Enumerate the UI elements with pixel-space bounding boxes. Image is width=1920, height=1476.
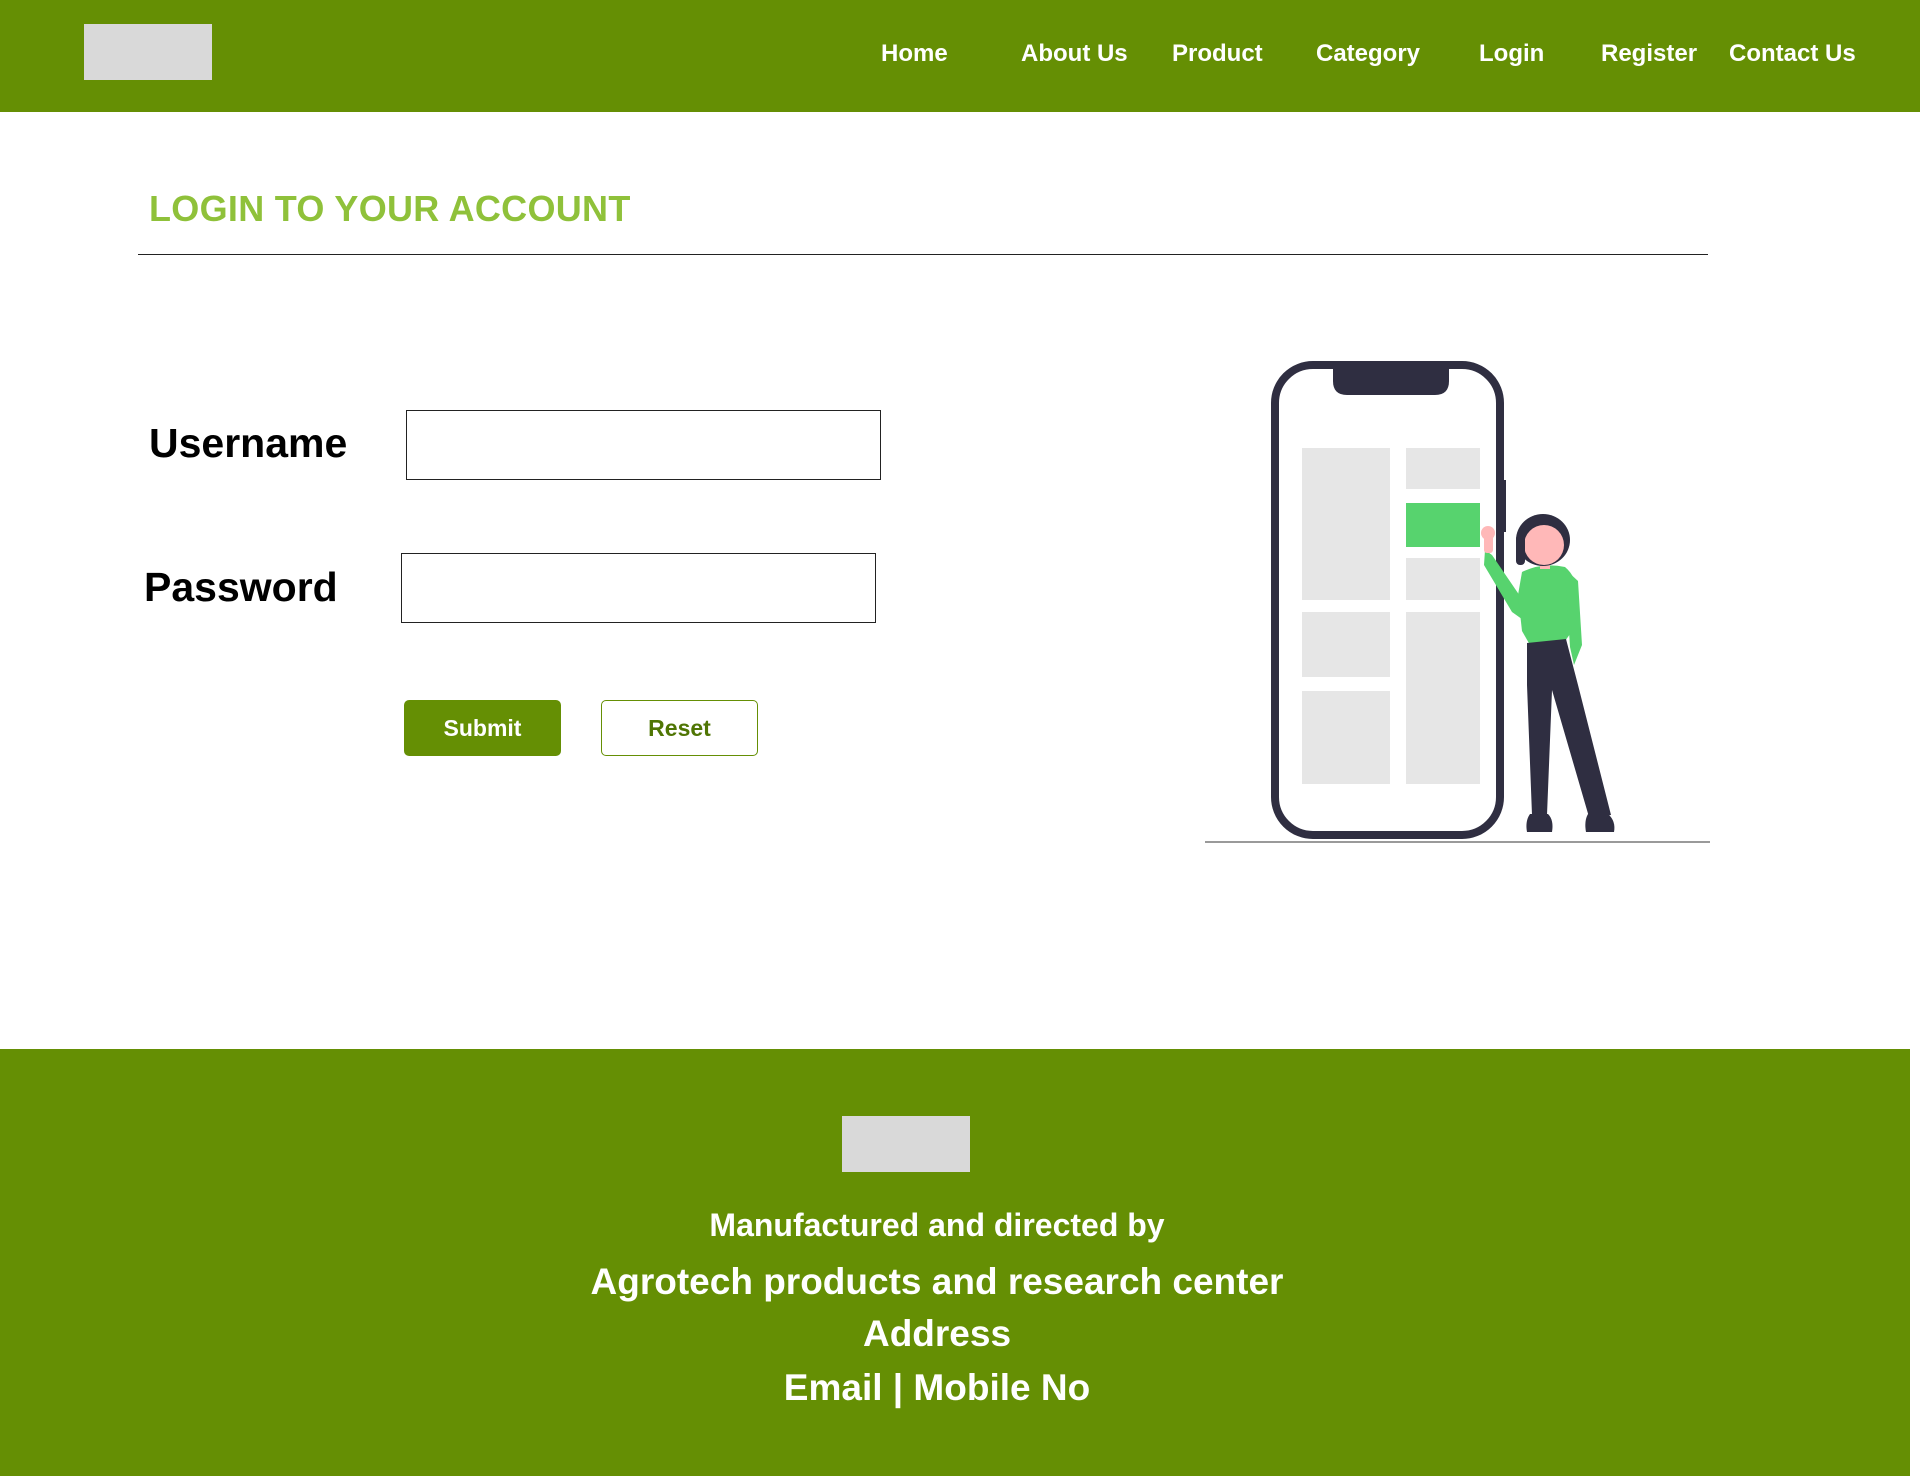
- username-label: Username: [149, 420, 348, 466]
- footer-logo-placeholder: [842, 1116, 970, 1172]
- page-title: LOGIN TO YOUR ACCOUNT: [149, 188, 631, 229]
- username-input[interactable]: [406, 410, 881, 480]
- screen-tile: [1302, 612, 1390, 677]
- footer-manufactured-by: Manufactured and directed by: [709, 1207, 1165, 1243]
- screen-tile: [1302, 691, 1390, 784]
- phone-user-illustration: [1205, 361, 1710, 843]
- nav-about-us[interactable]: About Us: [1021, 38, 1128, 70]
- phone-side-button: [1501, 480, 1506, 532]
- nav-product[interactable]: Product: [1172, 38, 1263, 70]
- title-divider: [138, 254, 1708, 255]
- nav-home[interactable]: Home: [881, 38, 948, 70]
- logo-placeholder[interactable]: [84, 24, 212, 80]
- screen-tile: [1406, 612, 1480, 784]
- reset-button[interactable]: Reset: [601, 700, 758, 756]
- nav-contact-us[interactable]: Contact Us: [1729, 38, 1856, 70]
- screen-tile-highlight: [1406, 503, 1480, 547]
- password-input[interactable]: [401, 553, 876, 623]
- footer-contact-info: Email | Mobile No: [783, 1367, 1091, 1408]
- nav-login[interactable]: Login: [1479, 38, 1544, 70]
- submit-button[interactable]: Submit: [404, 700, 561, 756]
- footer-address: Address: [862, 1313, 1012, 1354]
- screen-tile: [1406, 558, 1480, 600]
- screen-tile: [1302, 448, 1390, 600]
- footer-company-name: Agrotech products and research center: [590, 1261, 1284, 1302]
- nav-category[interactable]: Category: [1316, 38, 1420, 70]
- footer: Manufactured and directed by Agrotech pr…: [0, 1049, 1910, 1476]
- password-label: Password: [144, 564, 338, 610]
- phone-notch: [1333, 369, 1449, 395]
- top-navbar: Home About Us Product Category Login Reg…: [0, 0, 1920, 112]
- screen-tile: [1406, 448, 1480, 489]
- nav-register[interactable]: Register: [1601, 38, 1697, 70]
